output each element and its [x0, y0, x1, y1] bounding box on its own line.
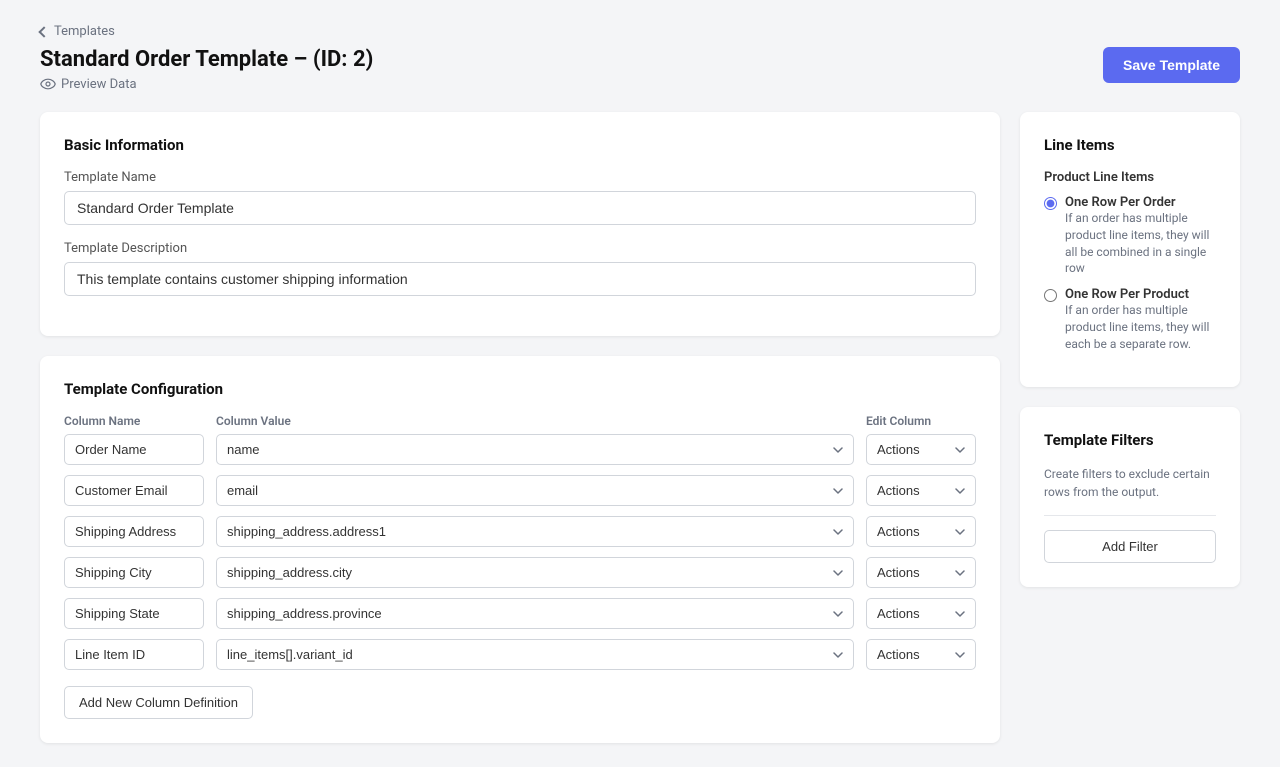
- actions-button-3[interactable]: Actions: [866, 516, 976, 547]
- radio-option2-desc: If an order has multiple product line it…: [1065, 303, 1209, 351]
- col-value-select-1[interactable]: name: [216, 434, 854, 465]
- col-header-value: Column Value: [216, 414, 854, 428]
- radio-option-2: One Row Per Product If an order has mult…: [1044, 287, 1216, 352]
- column-headers: Column Name Column Value Edit Column: [64, 414, 976, 434]
- table-row: email Actions: [64, 475, 976, 506]
- col-name-input-1[interactable]: [64, 434, 204, 465]
- filter-divider: [1044, 515, 1216, 516]
- radio-label-2[interactable]: One Row Per Product If an order has mult…: [1044, 287, 1216, 352]
- chevron-down-icon: [955, 447, 965, 453]
- table-row: shipping_address.city Actions: [64, 557, 976, 588]
- col-value-select-3[interactable]: shipping_address.address1: [216, 516, 854, 547]
- col-name-input-5[interactable]: [64, 598, 204, 629]
- actions-label-2: Actions: [877, 483, 920, 498]
- col-header-edit: Edit Column: [866, 414, 976, 428]
- actions-label-5: Actions: [877, 606, 920, 621]
- right-panel: Line Items Product Line Items One Row Pe…: [1020, 112, 1240, 587]
- actions-button-5[interactable]: Actions: [866, 598, 976, 629]
- radio-input-2[interactable]: [1044, 289, 1057, 302]
- col-value-select-4[interactable]: shipping_address.city: [216, 557, 854, 588]
- actions-button-4[interactable]: Actions: [866, 557, 976, 588]
- left-panel: Basic Information Template Name Template…: [40, 112, 1000, 743]
- line-items-card: Line Items Product Line Items One Row Pe…: [1020, 112, 1240, 387]
- table-row: shipping_address.province Actions: [64, 598, 976, 629]
- template-desc-group: Template Description: [64, 241, 976, 296]
- template-config-title: Template Configuration: [64, 380, 976, 398]
- filter-description: Create filters to exclude certain rows f…: [1044, 465, 1216, 501]
- breadcrumb-link[interactable]: Templates: [54, 24, 115, 39]
- radio-label-1[interactable]: One Row Per Order If an order has multip…: [1044, 195, 1216, 277]
- actions-button-1[interactable]: Actions: [866, 434, 976, 465]
- preview-data-link[interactable]: Preview Data: [40, 76, 373, 92]
- col-value-select-5[interactable]: shipping_address.province: [216, 598, 854, 629]
- col-value-select-2[interactable]: email: [216, 475, 854, 506]
- page-header: Standard Order Template – (ID: 2) Previe…: [40, 47, 1240, 92]
- table-row: name Actions: [64, 434, 976, 465]
- radio-option1-label: One Row Per Order: [1065, 195, 1216, 210]
- radio-input-1[interactable]: [1044, 197, 1057, 210]
- chevron-down-icon: [955, 488, 965, 494]
- chevron-left-icon: [38, 26, 49, 37]
- col-header-name: Column Name: [64, 414, 204, 428]
- page-title: Standard Order Template – (ID: 2): [40, 47, 373, 72]
- radio-option2-label: One Row Per Product: [1065, 287, 1216, 302]
- actions-label-1: Actions: [877, 442, 920, 457]
- breadcrumb: Templates: [40, 24, 1240, 39]
- col-value-select-6[interactable]: line_items[].variant_id: [216, 639, 854, 670]
- col-name-input-3[interactable]: [64, 516, 204, 547]
- template-desc-label: Template Description: [64, 241, 976, 256]
- template-config-card: Template Configuration Column Name Colum…: [40, 356, 1000, 743]
- radio-group-title: Product Line Items: [1044, 170, 1216, 185]
- template-name-input[interactable]: [64, 191, 976, 225]
- add-filter-button[interactable]: Add Filter: [1044, 530, 1216, 563]
- table-row: shipping_address.address1 Actions: [64, 516, 976, 547]
- chevron-down-icon: [955, 529, 965, 535]
- chevron-down-icon: [955, 652, 965, 658]
- page-title-area: Standard Order Template – (ID: 2) Previe…: [40, 47, 373, 92]
- actions-button-2[interactable]: Actions: [866, 475, 976, 506]
- template-desc-input[interactable]: [64, 262, 976, 296]
- col-name-input-4[interactable]: [64, 557, 204, 588]
- actions-label-4: Actions: [877, 565, 920, 580]
- basic-info-card: Basic Information Template Name Template…: [40, 112, 1000, 336]
- template-filters-title: Template Filters: [1044, 431, 1216, 449]
- preview-link-text: Preview Data: [61, 77, 137, 92]
- chevron-down-icon: [955, 611, 965, 617]
- col-name-input-2[interactable]: [64, 475, 204, 506]
- radio-option1-desc: If an order has multiple product line it…: [1065, 211, 1209, 275]
- actions-button-6[interactable]: Actions: [866, 639, 976, 670]
- save-template-button[interactable]: Save Template: [1103, 47, 1240, 83]
- chevron-down-icon: [955, 570, 965, 576]
- template-filters-card: Template Filters Create filters to exclu…: [1020, 407, 1240, 587]
- eye-icon: [40, 76, 56, 92]
- template-name-label: Template Name: [64, 170, 976, 185]
- basic-info-title: Basic Information: [64, 136, 976, 154]
- actions-label-6: Actions: [877, 647, 920, 662]
- actions-label-3: Actions: [877, 524, 920, 539]
- template-name-group: Template Name: [64, 170, 976, 225]
- main-layout: Basic Information Template Name Template…: [40, 112, 1240, 743]
- col-name-input-6[interactable]: [64, 639, 204, 670]
- table-row: line_items[].variant_id Actions: [64, 639, 976, 670]
- line-items-title: Line Items: [1044, 136, 1216, 154]
- radio-option-1: One Row Per Order If an order has multip…: [1044, 195, 1216, 277]
- add-column-button[interactable]: Add New Column Definition: [64, 686, 253, 719]
